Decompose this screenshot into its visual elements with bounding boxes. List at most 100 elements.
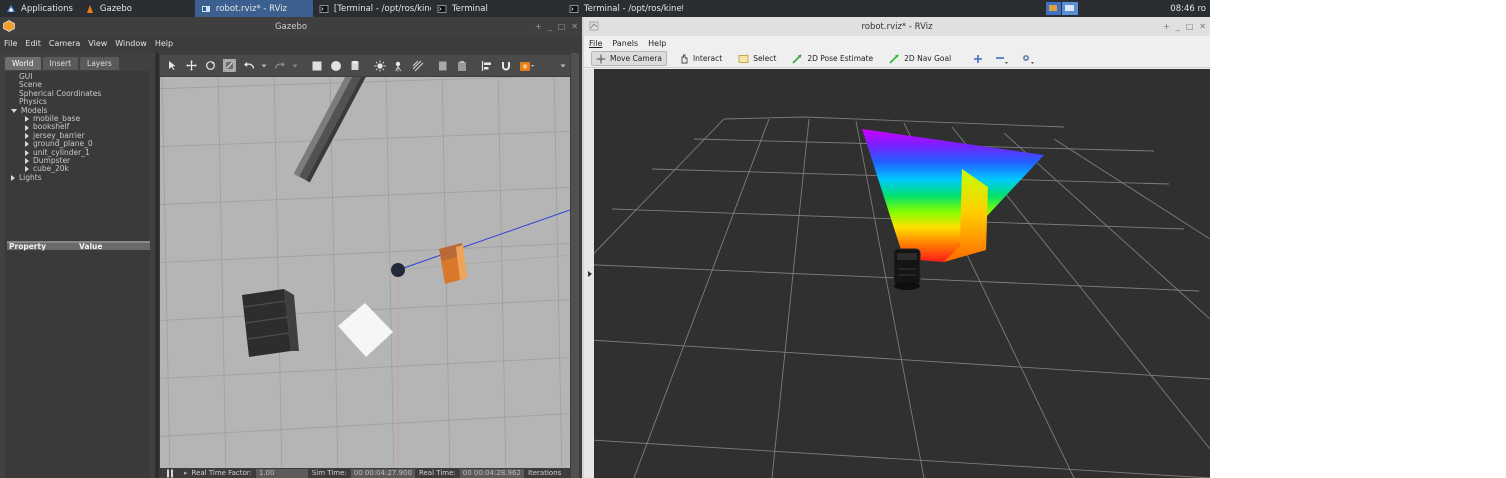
property-column-header: Property bbox=[9, 242, 46, 251]
expand-arrow-icon[interactable] bbox=[25, 149, 29, 156]
iterations-label: Iterations bbox=[527, 469, 562, 477]
box-shape-icon[interactable] bbox=[310, 59, 323, 72]
panel-splitter[interactable] bbox=[155, 53, 159, 478]
select-tool[interactable]: Select bbox=[734, 51, 780, 66]
expand-arrow-icon[interactable] bbox=[25, 116, 29, 123]
menu-file[interactable]: File bbox=[584, 39, 607, 48]
real-time-value: 00 00:04:28.962 bbox=[459, 468, 524, 478]
paste-icon[interactable] bbox=[455, 59, 468, 72]
taskbar-item-gazebo[interactable]: Gazebo bbox=[79, 0, 195, 17]
sphere-shape-icon[interactable] bbox=[329, 59, 342, 72]
tab-world[interactable]: World bbox=[5, 57, 41, 70]
tool-label: 2D Nav Goal bbox=[904, 54, 952, 63]
gazebo-right-scroll[interactable] bbox=[571, 53, 579, 478]
interact-tool[interactable]: Interact bbox=[675, 51, 726, 66]
tab-layers[interactable]: Layers bbox=[80, 57, 119, 70]
terminal-icon bbox=[569, 4, 579, 13]
close-icon[interactable]: ✕ bbox=[571, 22, 578, 31]
point-light-icon[interactable] bbox=[373, 59, 386, 72]
undo-icon[interactable] bbox=[242, 59, 255, 72]
add-tool-button[interactable] bbox=[971, 51, 985, 66]
copy-icon[interactable] bbox=[436, 59, 449, 72]
gazebo-3d-scene[interactable] bbox=[160, 77, 570, 468]
rviz-collapsed-panel-strip[interactable] bbox=[584, 69, 594, 478]
taskbar-item-terminal-2[interactable]: Terminal bbox=[431, 0, 563, 17]
menu-window[interactable]: Window bbox=[111, 39, 151, 48]
nav-goal-icon bbox=[889, 53, 900, 64]
tab-insert[interactable]: Insert bbox=[42, 57, 79, 70]
toolbar-overflow-icon[interactable] bbox=[560, 59, 566, 72]
pin-icon[interactable]: + bbox=[535, 22, 542, 31]
taskbar-item-label: Terminal bbox=[451, 3, 488, 14]
scale-mode-icon[interactable] bbox=[223, 59, 236, 72]
tool-label: Interact bbox=[692, 54, 723, 63]
terminal-icon bbox=[437, 4, 447, 13]
expand-arrow-icon[interactable] bbox=[25, 132, 29, 139]
pause-icon[interactable] bbox=[166, 469, 174, 478]
minimize-icon[interactable]: _ bbox=[1176, 22, 1180, 31]
tree-item[interactable]: Dumpster bbox=[5, 156, 150, 165]
tree-item[interactable]: mobile_base bbox=[5, 114, 150, 123]
snap-icon[interactable] bbox=[499, 59, 512, 72]
close-icon[interactable]: ✕ bbox=[1199, 22, 1206, 31]
move-camera-tool[interactable]: Move Camera bbox=[591, 51, 667, 66]
workspace-switcher-icon bbox=[1046, 2, 1079, 15]
maximize-icon[interactable]: □ bbox=[1186, 22, 1194, 31]
remove-tool-button[interactable] bbox=[993, 51, 1011, 66]
rviz-title-bar[interactable]: robot.rviz* - RViz + _ □ ✕ bbox=[584, 17, 1210, 36]
undo-dropdown-icon[interactable] bbox=[261, 59, 267, 72]
minus-icon bbox=[996, 56, 1009, 64]
tool-label: Move Camera bbox=[610, 54, 662, 63]
select-mode-icon[interactable] bbox=[166, 59, 179, 72]
taskbar-item-label: Gazebo bbox=[99, 3, 133, 14]
tool-properties-button[interactable] bbox=[1019, 51, 1037, 66]
tree-item[interactable]: unit_cylinder_1 bbox=[5, 148, 150, 157]
directional-light-icon[interactable] bbox=[411, 59, 424, 72]
collapse-arrow-icon[interactable] bbox=[11, 108, 17, 113]
menu-file[interactable]: File bbox=[0, 39, 21, 48]
applications-label: Applications bbox=[21, 3, 73, 14]
rviz-menubar: File Panels Help bbox=[584, 36, 1210, 50]
pose-estimate-tool[interactable]: 2D Pose Estimate bbox=[788, 51, 877, 66]
expand-arrow-icon[interactable] bbox=[25, 158, 29, 165]
rviz-window: robot.rviz* - RViz + _ □ ✕ File Panels H… bbox=[584, 17, 1210, 478]
applications-menu[interactable]: Applications bbox=[0, 0, 79, 17]
tree-item[interactable]: Lights bbox=[5, 173, 150, 182]
terminal-icon bbox=[319, 4, 329, 13]
expand-arrow-icon[interactable] bbox=[11, 174, 15, 181]
spot-light-icon[interactable] bbox=[392, 59, 405, 72]
expand-arrow-icon[interactable] bbox=[25, 141, 29, 148]
rviz-3d-view[interactable] bbox=[594, 69, 1210, 478]
expand-arrow-icon[interactable] bbox=[25, 166, 29, 173]
maximize-icon[interactable]: □ bbox=[558, 22, 566, 31]
align-icon[interactable] bbox=[480, 59, 493, 72]
menu-help[interactable]: Help bbox=[151, 39, 177, 48]
nav-goal-tool[interactable]: 2D Nav Goal bbox=[885, 51, 955, 66]
robot-model bbox=[893, 248, 921, 290]
bookshelf-model bbox=[242, 289, 299, 357]
move-camera-icon bbox=[596, 54, 606, 64]
menu-camera[interactable]: Camera bbox=[45, 39, 84, 48]
translate-mode-icon[interactable] bbox=[185, 59, 198, 72]
step-icon[interactable]: ▸ bbox=[184, 469, 188, 477]
expand-arrow-icon[interactable] bbox=[25, 124, 29, 131]
taskbar-item-terminal-1[interactable]: [Terminal - /opt/ros/kine... bbox=[313, 0, 431, 17]
menu-edit[interactable]: Edit bbox=[21, 39, 45, 48]
workspace-switcher[interactable] bbox=[1044, 0, 1080, 17]
redo-icon[interactable] bbox=[273, 59, 286, 72]
pin-icon[interactable]: + bbox=[1163, 22, 1170, 31]
value-column-header: Value bbox=[79, 242, 103, 251]
minimize-icon[interactable]: _ bbox=[548, 22, 552, 31]
taskbar-item-rviz[interactable]: robot.rviz* - RViz bbox=[194, 0, 313, 17]
menu-panels[interactable]: Panels bbox=[607, 39, 643, 48]
screenshot-icon[interactable] bbox=[518, 59, 536, 72]
rotate-mode-icon[interactable] bbox=[204, 59, 217, 72]
redo-dropdown-icon[interactable] bbox=[292, 59, 298, 72]
tool-properties-icon bbox=[1023, 54, 1035, 64]
cylinder-shape-icon[interactable] bbox=[348, 59, 361, 72]
taskbar-item-terminal-3[interactable]: Terminal - /opt/ros/kinet... bbox=[563, 0, 683, 17]
menu-view[interactable]: View bbox=[84, 39, 111, 48]
menu-help[interactable]: Help bbox=[643, 39, 671, 48]
gazebo-title-bar[interactable]: Gazebo + _ □ ✕ bbox=[0, 17, 582, 36]
gazebo-status-bar: ▸ Real Time Factor: 1.00 Sim Time: 00 00… bbox=[160, 468, 570, 478]
